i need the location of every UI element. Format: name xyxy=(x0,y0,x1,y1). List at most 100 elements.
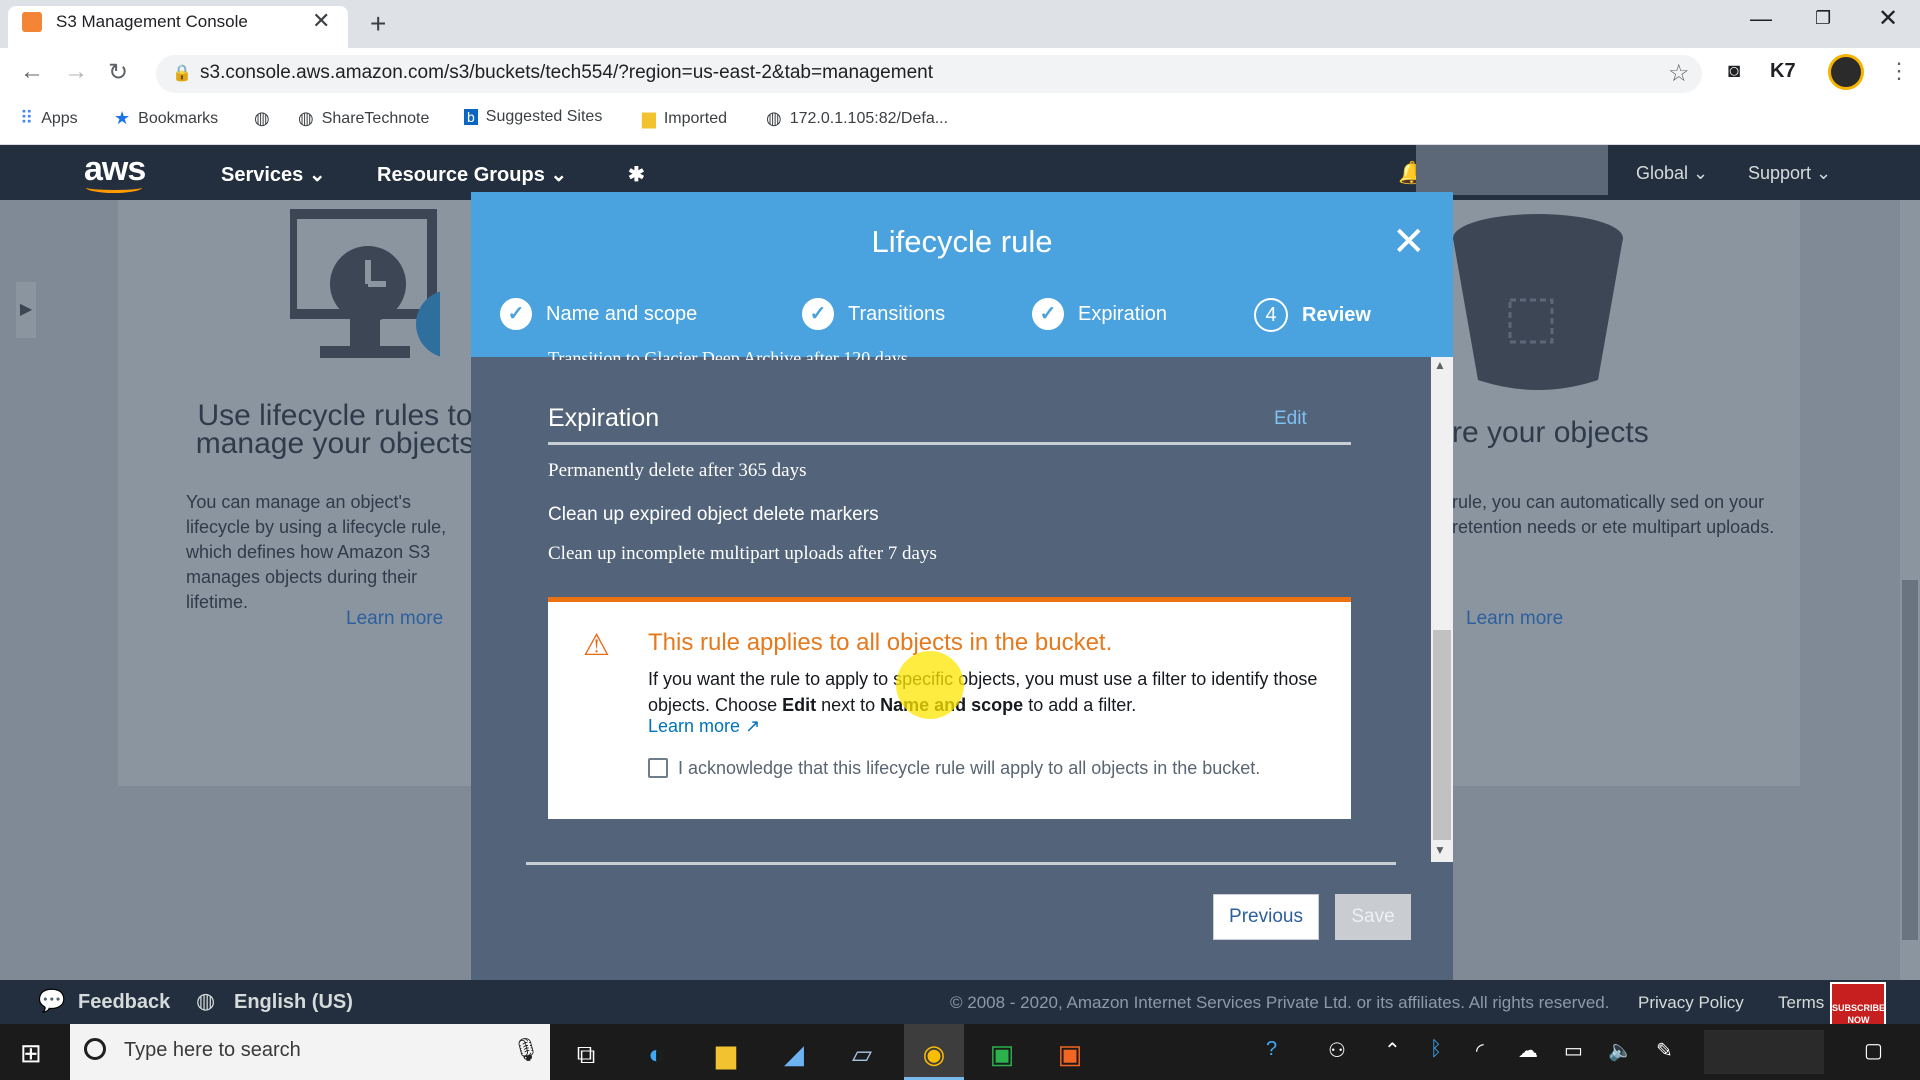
recorder-icon[interactable]: ▣ xyxy=(1046,1032,1094,1076)
pen-icon[interactable]: ✎ xyxy=(1656,1038,1673,1063)
terms-link[interactable]: Terms xyxy=(1778,993,1824,1013)
cursor-highlight xyxy=(896,651,964,719)
url-text[interactable]: s3.console.aws.amazon.com/s3/buckets/tec… xyxy=(200,62,933,84)
notifications-icon[interactable]: ▢ xyxy=(1864,1038,1883,1063)
people-icon[interactable]: ⚇ xyxy=(1328,1038,1346,1063)
bookmarks-bar xyxy=(0,100,1920,145)
file-explorer-icon[interactable]: ▆ xyxy=(702,1032,750,1076)
transition-summary-clipped: Transition to Glacier Deep Archive after… xyxy=(548,348,908,360)
left-learn-more-link[interactable]: Learn more xyxy=(346,608,443,630)
bookmark-imported[interactable]: ▆ Imported xyxy=(642,108,727,129)
save-button[interactable]: Save xyxy=(1335,894,1411,940)
extension-icon[interactable]: ◙ xyxy=(1728,60,1740,83)
wifi-icon[interactable]: ◜ xyxy=(1476,1038,1484,1063)
expiration-edit-link[interactable]: Edit xyxy=(1274,408,1307,430)
resource-groups-menu[interactable]: Resource Groups ⌄ xyxy=(377,162,567,187)
k7-extension-icon[interactable]: K7 xyxy=(1770,60,1796,83)
minimize-icon[interactable]: — xyxy=(1750,6,1772,32)
onedrive-icon[interactable]: ☁ xyxy=(1518,1038,1538,1063)
left-card-text: You can manage an object's lifecycle by … xyxy=(186,492,447,612)
chevron-down-icon: ⌄ xyxy=(308,164,326,186)
expand-sidebar-icon[interactable]: ▶ xyxy=(16,282,36,338)
clock-area-blurred[interactable] xyxy=(1704,1030,1824,1074)
feedback-link[interactable]: Feedback xyxy=(78,991,170,1014)
previous-button[interactable]: Previous xyxy=(1213,894,1319,940)
forward-icon[interactable]: → xyxy=(64,58,88,86)
edge-icon[interactable]: ◐ xyxy=(632,1032,680,1076)
bluetooth-icon[interactable]: ᛒ xyxy=(1430,1038,1442,1061)
bookmark-globe[interactable]: ◍ xyxy=(254,108,270,129)
windows-start-icon[interactable]: ⊞ xyxy=(20,1038,42,1069)
chrome-icon[interactable]: ◉ xyxy=(910,1032,958,1076)
services-menu[interactable]: Services ⌄ xyxy=(221,162,326,187)
new-tab-icon[interactable]: + xyxy=(370,8,386,40)
check-circle-icon: ✓ xyxy=(1032,298,1064,330)
privacy-policy-link[interactable]: Privacy Policy xyxy=(1638,993,1744,1013)
warning-triangle-icon: ⚠ xyxy=(583,629,610,662)
chevron-down-icon: ⌄ xyxy=(550,164,568,186)
acknowledge-label[interactable]: I acknowledge that this lifecycle rule w… xyxy=(678,758,1260,779)
show-hidden-icons-chevron-icon[interactable]: ⌃ xyxy=(1384,1038,1401,1063)
support-menu[interactable]: Support ⌄ xyxy=(1748,163,1831,184)
restore-icon[interactable]: ❐ xyxy=(1815,8,1831,29)
right-card-text: rule, you can automatically sed on your … xyxy=(1452,492,1775,537)
monitor-clock-illustration xyxy=(290,209,440,358)
copyright-text: © 2008 - 2020, Amazon Internet Services … xyxy=(950,993,1610,1012)
language-selector[interactable]: English (US) xyxy=(234,991,353,1014)
aws-smile-logo xyxy=(86,182,142,193)
bucket-illustration xyxy=(1453,214,1623,390)
page-scrollbar-thumb[interactable] xyxy=(1902,580,1918,940)
volume-icon[interactable]: 🔈 xyxy=(1608,1038,1633,1063)
acknowledge-checkbox[interactable] xyxy=(648,758,668,778)
bookmark-apps[interactable]: ⠿ Apps xyxy=(20,108,78,129)
divider xyxy=(526,862,1396,865)
task-view-icon[interactable]: ⧉ xyxy=(562,1032,610,1076)
back-icon[interactable]: ← xyxy=(20,58,44,86)
scroll-up-icon[interactable]: ▲ xyxy=(1434,358,1446,372)
folder-icon: ▆ xyxy=(642,108,656,128)
s3-favicon-icon xyxy=(22,12,42,32)
step-transitions[interactable]: ✓ Transitions xyxy=(802,298,945,330)
tab-close-icon[interactable]: ✕ xyxy=(312,8,330,34)
region-menu[interactable]: Global ⌄ xyxy=(1636,163,1708,184)
step-name-and-scope[interactable]: ✓ Name and scope xyxy=(500,298,697,330)
apps-grid-icon: ⠿ xyxy=(20,108,34,128)
right-learn-more-link[interactable]: Learn more xyxy=(1466,608,1563,630)
window-close-icon[interactable]: ✕ xyxy=(1878,4,1898,33)
more-menu-icon[interactable]: ⋮ xyxy=(1888,58,1910,84)
pin-icon[interactable]: ✱ xyxy=(628,162,645,187)
battery-icon[interactable]: ▭ xyxy=(1564,1038,1583,1063)
step-expiration[interactable]: ✓ Expiration xyxy=(1032,298,1167,330)
modal-close-icon[interactable]: ✕ xyxy=(1392,222,1426,262)
scroll-down-icon[interactable]: ▼ xyxy=(1434,843,1446,857)
camtasia-icon[interactable]: ▣ xyxy=(978,1032,1026,1076)
divider xyxy=(548,442,1351,445)
microphone-icon[interactable]: 🎙 xyxy=(512,1037,540,1063)
notes-app-icon[interactable]: ▱ xyxy=(838,1032,886,1076)
warning-learn-more-link[interactable]: Learn more ↗ xyxy=(648,716,760,737)
feedback-icon[interactable]: 💬 xyxy=(38,988,65,1014)
bing-icon: b xyxy=(464,109,478,125)
bookmark-bookmarks[interactable]: ★ Bookmarks xyxy=(114,108,218,129)
app-icon[interactable]: ◢ xyxy=(770,1032,818,1076)
right-card-heading: re your objects xyxy=(1452,416,1649,449)
reload-icon[interactable]: ↻ xyxy=(108,58,128,87)
help-icon[interactable]: ? xyxy=(1266,1038,1277,1061)
bookmark-sharetechnote[interactable]: ◍ ShareTechnote xyxy=(298,108,429,129)
profile-avatar[interactable] xyxy=(1828,54,1864,90)
step-review[interactable]: 4 Review xyxy=(1254,298,1371,332)
globe-icon: ◍ xyxy=(254,108,270,128)
expiration-item: Permanently delete after 365 days xyxy=(548,460,807,481)
lock-icon[interactable]: 🔒 xyxy=(172,63,192,83)
cortana-icon xyxy=(84,1038,106,1060)
expiration-item: Clean up expired object delete markers xyxy=(548,504,879,525)
bookmark-ip[interactable]: ◍ 172.0.1.105:82/Defa... xyxy=(766,108,948,129)
modal-scrollbar-thumb[interactable] xyxy=(1433,630,1451,840)
account-menu-blurred[interactable] xyxy=(1416,145,1608,195)
bookmark-star-icon[interactable]: ☆ xyxy=(1668,59,1690,88)
bookmark-suggested-sites[interactable]: b Suggested Sites xyxy=(464,108,602,126)
taskbar-search-placeholder[interactable]: Type here to search xyxy=(124,1039,301,1062)
warning-text: If you want the rule to apply to specifi… xyxy=(648,669,1318,715)
modal-title: Lifecycle rule xyxy=(871,224,1053,259)
globe-icon[interactable]: ◍ xyxy=(196,988,215,1014)
